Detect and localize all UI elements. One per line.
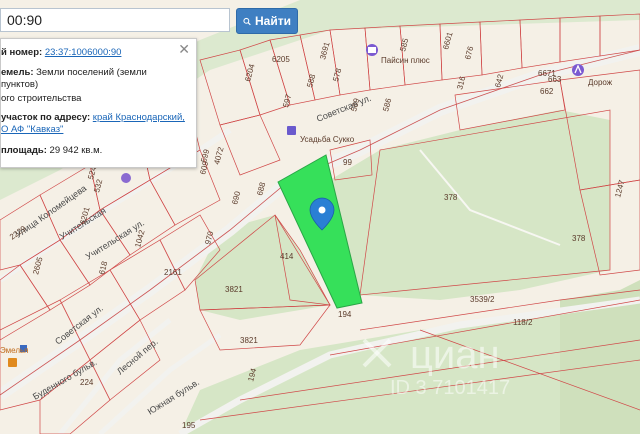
- parcel-label: 2161: [164, 268, 182, 277]
- address-row-2: О АФ "Кавказ": [1, 124, 63, 136]
- search-button[interactable]: Найти: [236, 8, 298, 34]
- poi-label-pharmacy: Пайсин плюс: [381, 56, 430, 65]
- parcel-label: 6205: [272, 55, 290, 64]
- land-category-label: емель:: [1, 67, 34, 78]
- parcel-label: 378: [572, 234, 586, 243]
- parcel-label: 194: [338, 310, 352, 319]
- address-label: участок по адресу:: [1, 112, 91, 123]
- parcel-label: 3821: [240, 336, 258, 345]
- land-category-row: емель: Земли поселений (земли: [1, 67, 147, 79]
- shop-icon[interactable]: [287, 126, 296, 135]
- parcel-label: 118/2: [513, 318, 533, 327]
- land-use-row: ого строительства: [1, 93, 81, 105]
- pharmacy-icon[interactable]: [366, 44, 378, 56]
- land-category-row-2: пунктов): [1, 79, 38, 91]
- cadastral-row: й номер: 23:37:1006000:90: [1, 47, 121, 59]
- land-category-value-2: пунктов): [1, 79, 39, 90]
- poi-label-emelya: Эмелья: [0, 346, 29, 355]
- search-button-label: Найти: [255, 14, 291, 28]
- road-poi-icon[interactable]: [572, 64, 584, 76]
- parcel-label: 662: [540, 87, 554, 96]
- parcel-label: 3539/2: [470, 295, 495, 304]
- cafe-icon[interactable]: [121, 173, 131, 183]
- parcel-label: 378: [444, 193, 458, 202]
- parcel-label: 195: [182, 421, 196, 430]
- land-category-value: Земли поселений (земли: [36, 67, 147, 78]
- close-icon[interactable]: ✕: [178, 41, 190, 58]
- cadastral-number-link[interactable]: 23:37:1006000:90: [45, 47, 122, 58]
- area-label: площадь:: [1, 145, 47, 156]
- address-link[interactable]: край Краснодарский,: [93, 112, 185, 123]
- land-use-value: ого строительства: [1, 93, 82, 104]
- address-link-2[interactable]: О АФ "Кавказ": [1, 124, 63, 135]
- search-icon: [243, 17, 251, 25]
- poi-label-shop: Усадьба Сукко: [300, 135, 355, 144]
- poi-label-doroga: Дорож: [588, 78, 613, 87]
- area-value: 29 942 кв.м.: [49, 145, 103, 156]
- parcel-label: 99: [343, 158, 352, 167]
- parcel-label: 6671: [538, 69, 556, 78]
- parcel-label: 224: [80, 378, 94, 387]
- fuel-icon[interactable]: [8, 358, 17, 367]
- search-input[interactable]: [0, 8, 230, 32]
- address-row: участок по адресу: край Краснодарский,: [1, 112, 185, 124]
- parcel-label: 414: [280, 252, 294, 261]
- parcel-label: 3821: [225, 285, 243, 294]
- parcel-info-panel: ✕ й номер: 23:37:1006000:90 емель: Земли…: [0, 38, 197, 168]
- area-row: площадь: 29 942 кв.м.: [1, 145, 102, 157]
- cadastral-label: й номер:: [1, 47, 43, 58]
